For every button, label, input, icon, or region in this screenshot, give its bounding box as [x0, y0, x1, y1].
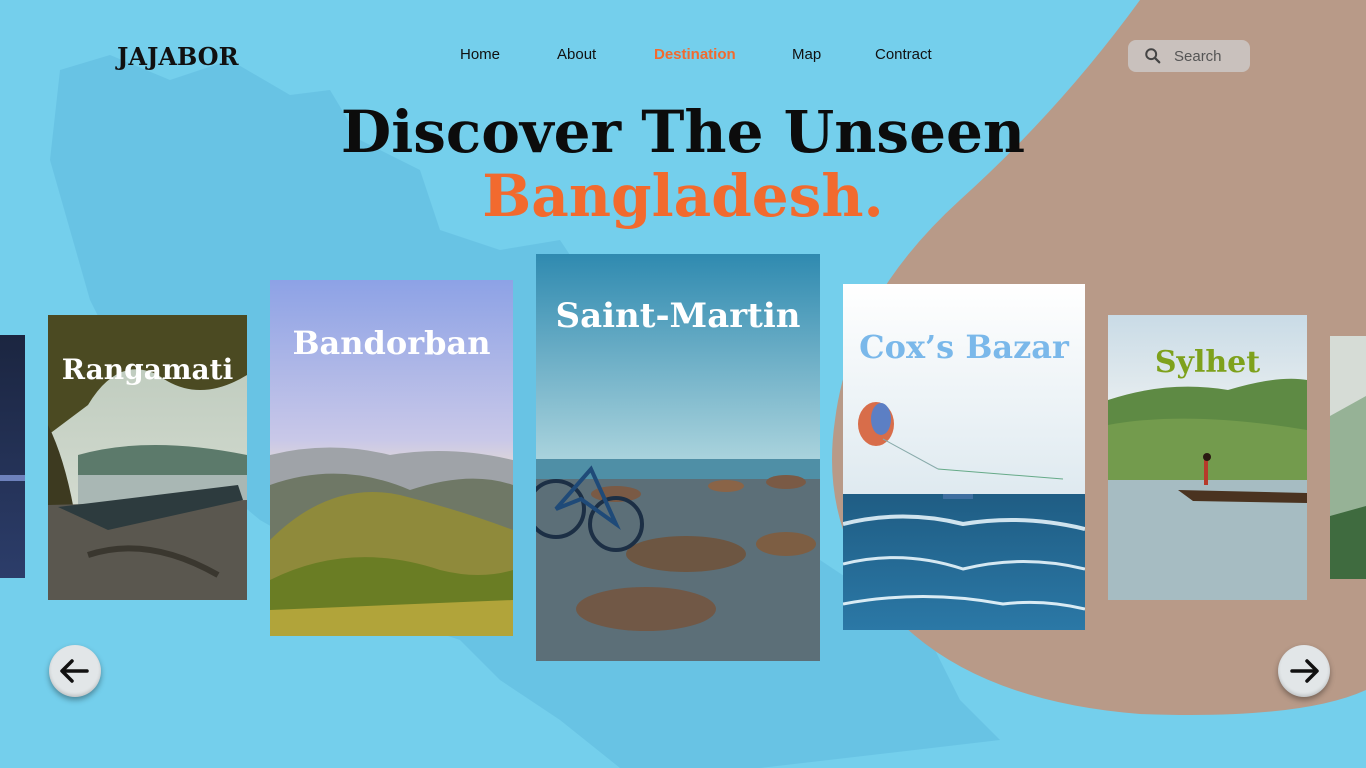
arrow-right-icon	[1290, 659, 1319, 683]
card-image	[1330, 336, 1366, 579]
destination-card-sylhet[interactable]: Sylhet	[1108, 315, 1307, 600]
hero-title-line2: Bangladesh.	[482, 162, 884, 230]
card-title: Saint-Martin	[555, 296, 801, 336]
destination-card-rangamati[interactable]: Rangamati	[48, 315, 247, 600]
nav-home[interactable]: Home	[460, 46, 500, 63]
search-box[interactable]: Search	[1128, 40, 1250, 72]
search-placeholder: Search	[1174, 47, 1222, 65]
nav-about[interactable]: About	[557, 46, 596, 63]
brand-logo[interactable]: JAJABOR	[117, 40, 239, 72]
destination-card-bandorban[interactable]: Bandorban	[270, 280, 513, 636]
card-title: Rangamati	[61, 353, 234, 386]
destination-card-partial-left[interactable]	[0, 335, 25, 578]
hero-title-line1: Discover The Unseen	[340, 98, 1026, 166]
carousel-prev-button[interactable]	[49, 645, 101, 697]
card-image	[0, 335, 25, 578]
arrow-left-icon	[60, 659, 89, 683]
card-title: Cox’s Bazar	[859, 328, 1069, 366]
card-title: Bandorban	[292, 324, 491, 362]
nav-map[interactable]: Map	[792, 46, 821, 63]
card-title: Sylhet	[1154, 345, 1261, 380]
logo-text: JAJABOR	[117, 41, 239, 71]
nav-contract[interactable]: Contract	[875, 46, 932, 63]
carousel-next-button[interactable]	[1278, 645, 1330, 697]
destination-card-saint-martin[interactable]: Saint-Martin	[536, 254, 820, 661]
nav-destination[interactable]: Destination	[654, 46, 736, 63]
destination-card-coxs-bazar[interactable]: Cox’s Bazar	[843, 284, 1085, 630]
search-icon	[1145, 48, 1161, 64]
destination-card-partial-right[interactable]	[1330, 336, 1366, 579]
